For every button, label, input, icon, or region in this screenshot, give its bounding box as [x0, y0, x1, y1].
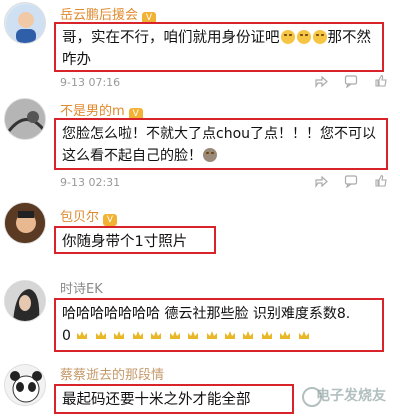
avatar[interactable]	[4, 202, 46, 244]
comment-time: 9-13 07:16	[60, 76, 121, 89]
comment-actions	[314, 74, 388, 88]
crown-emoji-icon	[243, 331, 254, 339]
crown-emoji-icon	[280, 331, 291, 339]
share-icon[interactable]	[314, 174, 328, 188]
avatar[interactable]	[4, 280, 46, 322]
comment-text-highlight: 最起码还要十米之外才能全部	[54, 384, 294, 414]
crown-emoji-icon	[225, 331, 235, 339]
comment-icon[interactable]	[344, 74, 358, 88]
comment-1: 岳云鹏后援会 V 哥，实在不行，咱们就用身份证吧 那不然咋办 9-13 07:16	[0, 0, 400, 90]
laugh-cry-emoji-icon	[312, 30, 327, 44]
crown-emoji-icon	[206, 331, 217, 339]
crown-emoji-icon	[188, 331, 199, 339]
comment-2: 不是男的m V 您脸怎么啦！不就大了点chou了点！！！您不可以这么看不起自己的脸…	[0, 94, 400, 194]
text-line-2: 0	[62, 325, 376, 347]
username[interactable]: 岳云鹏后援会 V	[60, 4, 157, 24]
like-icon[interactable]	[374, 174, 388, 188]
username[interactable]: 时诗EK	[60, 278, 103, 297]
laugh-cry-emoji-icon	[296, 30, 311, 44]
comment-time: 9-13 02:31	[60, 176, 121, 189]
comment-3: 包贝尔 V 你随身带个1寸照片	[0, 196, 400, 258]
crown-emoji-icon	[151, 331, 162, 339]
username[interactable]: 包贝尔 V	[60, 206, 118, 226]
crown-emoji-icon	[132, 331, 143, 339]
comment-text-highlight: 您脸怎么啦！不就大了点chou了点！！！您不可以这么看不起自己的脸！	[54, 118, 388, 170]
share-icon[interactable]	[314, 74, 328, 88]
crown-emoji-icon	[261, 331, 272, 339]
watermark: 电子发烧友	[316, 388, 386, 404]
avatar[interactable]	[4, 364, 46, 406]
face-emoji-icon	[203, 148, 217, 162]
comment-4: 时诗EK 哈哈哈哈哈哈哈 德云社那些脸 识别难度系数8. 0	[0, 268, 400, 360]
crown-emoji-icon	[298, 331, 309, 339]
username[interactable]: 蔡蔡逝去的那段情	[60, 364, 164, 383]
crown-emoji-icon	[77, 331, 88, 339]
comment-text-highlight: 哈哈哈哈哈哈哈 德云社那些脸 识别难度系数8. 0	[54, 298, 384, 352]
vip-badge-icon: V	[103, 214, 118, 226]
crown-emoji-icon	[169, 331, 180, 339]
username[interactable]: 不是男的m V	[60, 100, 143, 120]
comment-icon[interactable]	[344, 174, 358, 188]
laugh-cry-emoji-icon	[280, 30, 295, 44]
avatar[interactable]	[4, 2, 46, 44]
comment-actions	[314, 174, 388, 188]
crown-emoji-icon	[114, 331, 125, 339]
comment-text-highlight: 你随身带个1寸照片	[54, 226, 216, 254]
like-icon[interactable]	[374, 74, 388, 88]
crown-emoji-icon	[95, 331, 106, 339]
avatar[interactable]	[4, 98, 46, 140]
comment-text-highlight: 哥，实在不行，咱们就用身份证吧 那不然咋办	[54, 22, 384, 72]
